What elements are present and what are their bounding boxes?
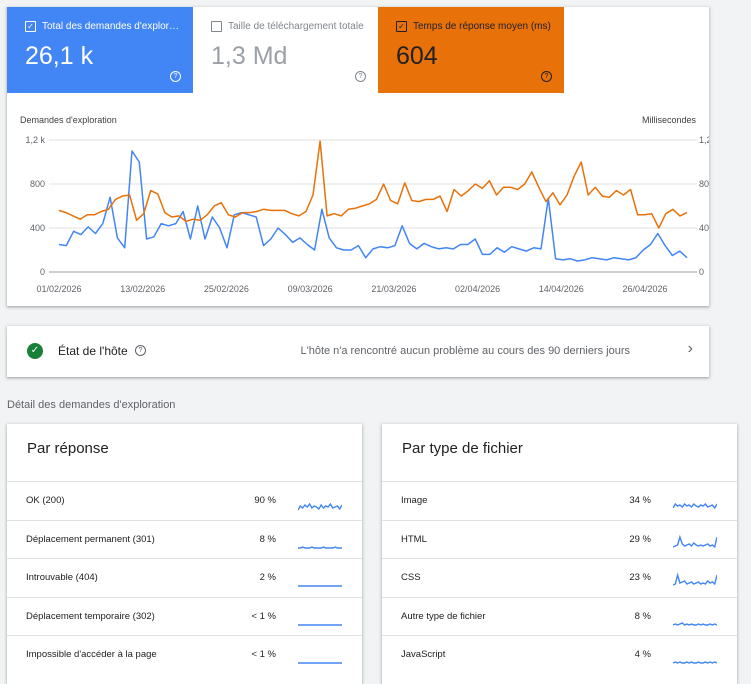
response-time-series-line xyxy=(58,140,688,229)
metric-tile-response-time[interactable]: ✓ Temps de réponse moyen (ms) 604 ? xyxy=(378,7,564,93)
breakdown-row-label: CSS xyxy=(401,572,421,583)
breakdown-row-percent: 8 % xyxy=(634,610,651,622)
help-icon[interactable]: ? xyxy=(355,71,366,82)
x-tick-label: 25/02/2026 xyxy=(204,284,249,294)
chart-series xyxy=(58,140,688,262)
sparkline-line xyxy=(673,661,717,664)
requests-series-line xyxy=(58,150,688,262)
x-tick-label: 14/04/2026 xyxy=(539,284,584,294)
x-tick-label: 26/04/2026 xyxy=(622,284,667,294)
right-tick-label: 400 xyxy=(699,223,709,233)
host-status-message: L'hôte n'a rencontré aucun problème au c… xyxy=(300,345,630,357)
breakdown-row-label: HTML xyxy=(401,533,427,545)
breakdown-row[interactable]: Autre type de fichier 8 % xyxy=(382,596,737,636)
sparkline xyxy=(298,662,342,664)
breakdown-row-label: Impossible d'accéder à la page xyxy=(26,649,157,660)
left-tick-label: 0 xyxy=(40,267,45,277)
chart-ticks: 0 0 400 400 800 800 1,2 k 1,2 k 01/02/2026 13/02/… xyxy=(25,135,709,294)
breakdown-by-filetype-card: Par type de fichier Image 34 % HTML 29 % CSS… xyxy=(382,424,737,684)
left-tick-label: 1,2 k xyxy=(25,135,45,145)
sparkline-line xyxy=(673,621,717,626)
breakdown-row-percent: 8 % xyxy=(259,533,276,545)
breakdown-row-percent: 4 % xyxy=(634,649,651,660)
breakdown-row-percent: 23 % xyxy=(629,572,651,583)
breakdown-row[interactable]: Déplacement temporaire (302) < 1 % xyxy=(7,596,362,636)
card-title: Par réponse xyxy=(27,440,109,457)
card-title: Par type de fichier xyxy=(402,440,523,457)
x-tick-label: 13/02/2026 xyxy=(120,284,165,294)
sparkline-line xyxy=(673,502,717,510)
breakdown-row-percent: 34 % xyxy=(629,495,651,506)
breakdown-row[interactable]: JavaScript 4 % xyxy=(382,635,737,674)
sparkline xyxy=(298,585,342,587)
breakdown-row-label: Autre type de fichier xyxy=(401,610,486,622)
left-axis-title: Demandes d'exploration xyxy=(20,115,117,125)
sparkline xyxy=(673,572,717,586)
breakdown-row-percent: 29 % xyxy=(629,533,651,545)
sparkline xyxy=(673,621,717,626)
metric-label: Taille de téléchargement totale xyxy=(228,21,364,32)
breakdown-row[interactable]: OK (200) 90 % xyxy=(7,481,362,520)
breakdown-row[interactable]: HTML 29 % xyxy=(382,519,737,559)
right-tick-label: 800 xyxy=(699,179,709,189)
breakdown-row-label: OK (200) xyxy=(26,495,65,506)
metric-value: 26,1 k xyxy=(25,42,94,70)
breakdown-row[interactable]: CSS 23 % xyxy=(382,558,737,597)
host-status-title: État de l'hôte xyxy=(58,344,128,358)
sparkline xyxy=(673,534,717,548)
breakdown-row-label: Déplacement permanent (301) xyxy=(26,533,155,545)
chevron-right-icon[interactable]: › xyxy=(688,340,693,358)
breakdown-row[interactable]: Déplacement permanent (301) 8 % xyxy=(7,519,362,559)
sparkline-line xyxy=(298,545,342,549)
sparkline xyxy=(298,502,342,511)
breakdown-row-label: Introuvable (404) xyxy=(26,572,98,583)
check-circle-icon: ✓ xyxy=(27,343,43,359)
sparkline xyxy=(673,502,717,510)
crawl-line-chart: Demandes d'exploration Millisecondes 0 0 4… xyxy=(20,115,709,294)
right-axis-title: Millisecondes xyxy=(642,115,697,125)
host-status-card[interactable]: ✓ État de l'hôte ? L'hôte n'a rencontré … xyxy=(7,326,709,377)
help-icon[interactable]: ? xyxy=(541,71,552,82)
sparkline xyxy=(298,545,342,549)
x-tick-label: 01/02/2026 xyxy=(36,284,81,294)
metric-label: Temps de réponse moyen (ms) xyxy=(413,21,551,32)
left-tick-label: 800 xyxy=(30,179,45,189)
metric-value: 1,3 Md xyxy=(211,42,288,70)
breakdown-row-percent: 90 % xyxy=(254,495,276,506)
breakdown-by-response-card: Par réponse OK (200) 90 % Déplacement perm… xyxy=(7,424,362,684)
right-tick-label: 1,2 k xyxy=(699,135,709,145)
x-tick-label: 09/03/2026 xyxy=(288,284,333,294)
metric-tile-total-requests[interactable]: ✓ Total des demandes d'exploration 26,1 k… xyxy=(7,7,193,93)
right-tick-label: 0 xyxy=(699,267,704,277)
breakdown-row[interactable]: Image 34 % xyxy=(382,481,737,520)
breakdown-row[interactable]: Impossible d'accéder à la page < 1 % xyxy=(7,635,362,674)
metric-tile-download-size[interactable]: Taille de téléchargement totale 1,3 Md ? xyxy=(193,7,378,93)
sparkline-line xyxy=(298,502,342,511)
metric-label: Total des demandes d'exploration xyxy=(42,21,181,32)
x-tick-label: 02/04/2026 xyxy=(455,284,500,294)
section-title: Détail des demandes d'exploration xyxy=(7,399,176,411)
breakdown-row-label: JavaScript xyxy=(401,649,446,660)
breakdown-row-percent: < 1 % xyxy=(251,649,276,660)
help-icon[interactable]: ? xyxy=(170,71,181,82)
breakdown-row[interactable]: Introuvable (404) 2 % xyxy=(7,558,362,597)
sparkline-line xyxy=(673,534,717,548)
crawl-stats-chart-card: ✓ Total des demandes d'exploration 26,1 k… xyxy=(7,7,709,306)
breakdown-row-percent: < 1 % xyxy=(251,610,276,622)
breakdown-row-label: Image xyxy=(401,495,428,506)
checkbox-checked-icon[interactable]: ✓ xyxy=(25,21,36,32)
sparkline xyxy=(298,623,342,626)
checkbox-unchecked-icon[interactable] xyxy=(211,21,222,32)
help-icon[interactable]: ? xyxy=(135,345,146,356)
breakdown-row-percent: 2 % xyxy=(259,572,276,583)
sparkline-line xyxy=(673,572,717,586)
x-tick-label: 21/03/2026 xyxy=(371,284,416,294)
sparkline xyxy=(673,661,717,664)
breakdown-row-label: Déplacement temporaire (302) xyxy=(26,610,155,622)
left-tick-label: 400 xyxy=(30,223,45,233)
checkbox-checked-icon[interactable]: ✓ xyxy=(396,21,407,32)
metric-value: 604 xyxy=(396,42,438,70)
